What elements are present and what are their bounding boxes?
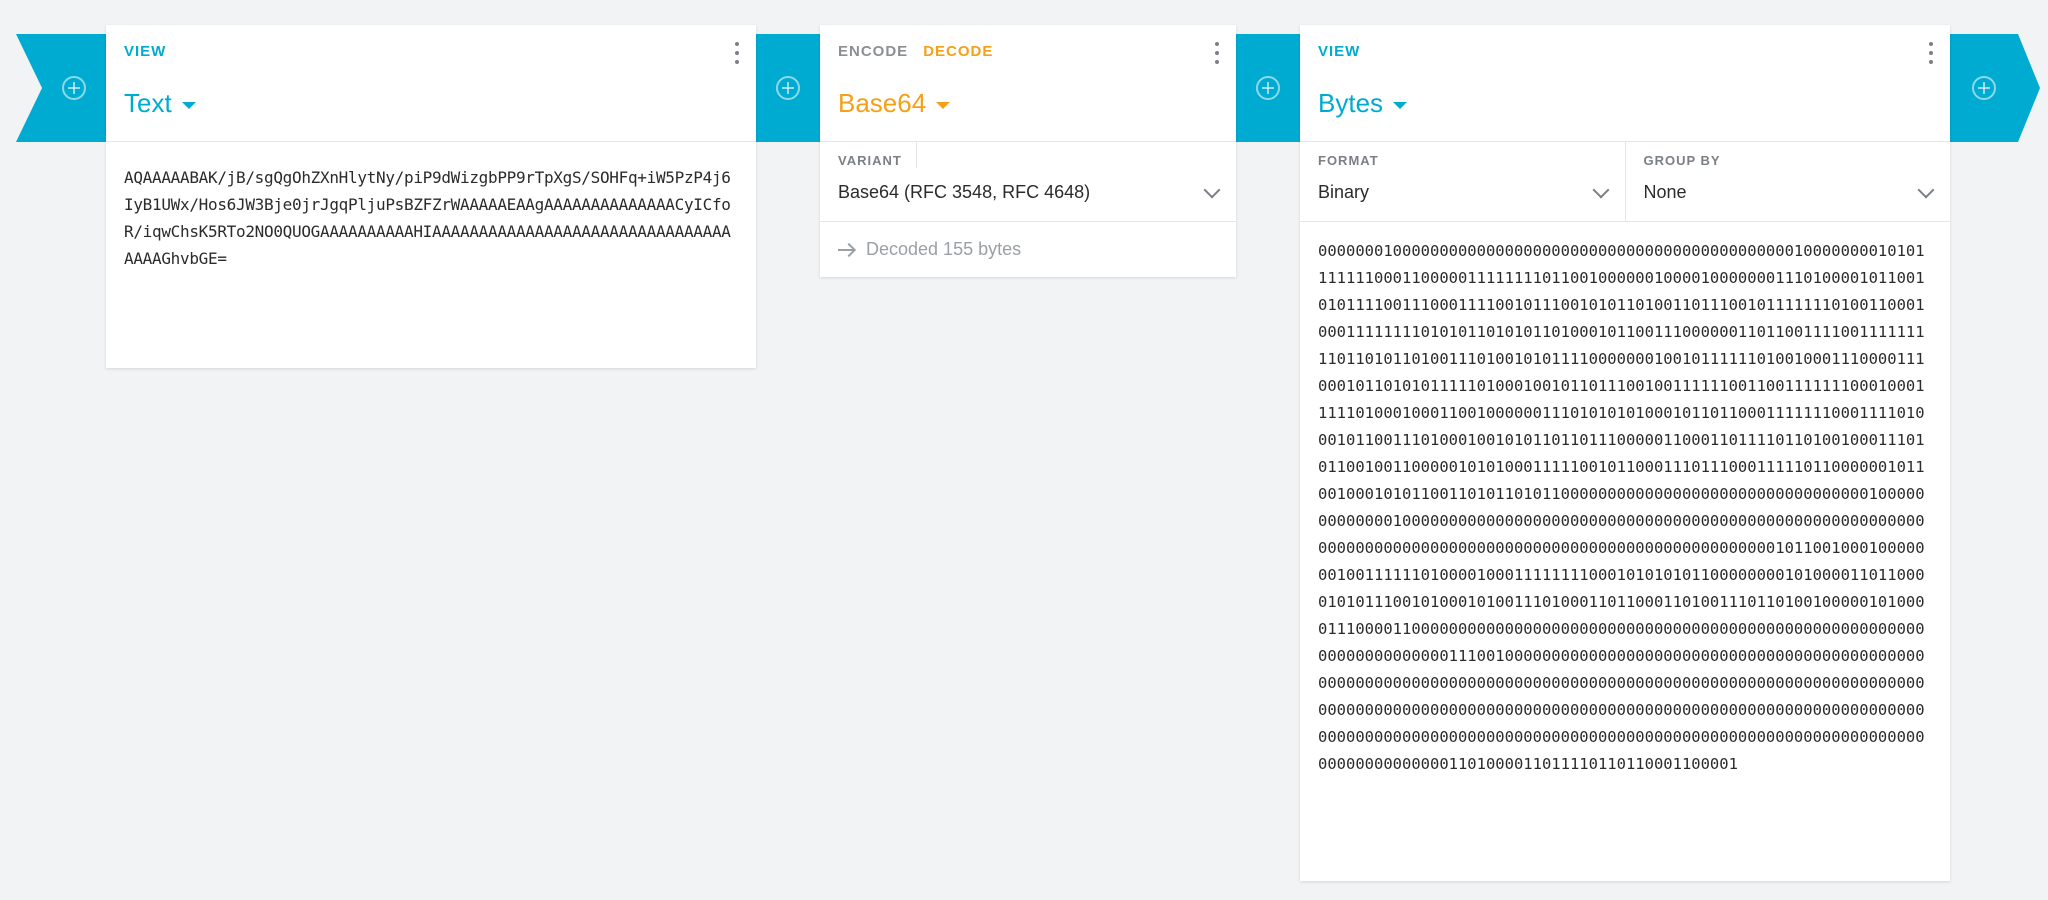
add-circle-icon	[62, 76, 86, 100]
card-tabs: VIEW	[124, 43, 166, 60]
card-header: VIEW Text	[106, 25, 756, 142]
card-header: VIEW Bytes	[1300, 25, 1950, 142]
arrow-right-icon	[838, 243, 856, 257]
codec-dropdown[interactable]: Base64	[838, 88, 951, 119]
status-text: Decoded 155 bytes	[866, 239, 1022, 259]
text-view-card: VIEW Text AQAAAAABAK/jB/sgQgOhZXnHlytNy/…	[106, 25, 756, 368]
caret-down-icon	[181, 102, 196, 109]
tab-encode[interactable]: ENCODE	[838, 43, 908, 60]
bytes-view-card: VIEW Bytes FORMAT Binary GROUP BY None 0…	[1300, 25, 1950, 881]
more-options-icon[interactable]	[1926, 42, 1936, 64]
variant-value: Base64 (RFC 3548, RFC 4648)	[838, 182, 1091, 202]
view-type-label: Text	[124, 88, 172, 118]
add-step-button-2[interactable]	[1236, 34, 1300, 142]
chevron-down-icon	[1592, 181, 1609, 199]
codec-label: Base64	[838, 88, 927, 118]
more-options-icon[interactable]	[1212, 42, 1222, 64]
more-options-icon[interactable]	[732, 42, 742, 64]
view-type-dropdown[interactable]: Text	[124, 88, 196, 119]
add-step-button-end[interactable]	[1950, 34, 2040, 142]
card-header: ENCODE DECODE Base64	[820, 25, 1236, 142]
bytes-content[interactable]: 0000000100000000000000000000000000000000…	[1300, 222, 1950, 778]
format-label: FORMAT	[1318, 153, 1379, 168]
variant-select[interactable]: VARIANT Base64 (RFC 3548, RFC 4648)	[820, 142, 1236, 221]
caret-down-icon	[936, 102, 951, 109]
base64-card: ENCODE DECODE Base64 VARIANT Base64 (RFC…	[820, 25, 1236, 277]
tab-view[interactable]: VIEW	[124, 43, 166, 60]
view-type-label: Bytes	[1318, 88, 1384, 118]
options-row: FORMAT Binary GROUP BY None	[1300, 142, 1950, 222]
add-circle-icon	[776, 76, 800, 100]
add-circle-icon	[1256, 76, 1280, 100]
card-tabs: VIEW	[1318, 43, 1360, 60]
group-by-select[interactable]: GROUP BY None	[1624, 142, 1951, 221]
add-step-button-start[interactable]	[16, 34, 106, 142]
format-select[interactable]: FORMAT Binary	[1300, 142, 1625, 221]
group-by-label: GROUP BY	[1643, 153, 1721, 168]
card-tabs: ENCODE DECODE	[838, 43, 993, 60]
variant-row: VARIANT Base64 (RFC 3548, RFC 4648)	[820, 142, 1236, 222]
tab-view[interactable]: VIEW	[1318, 43, 1360, 60]
tab-decode[interactable]: DECODE	[923, 43, 993, 60]
caret-down-icon	[1393, 102, 1408, 109]
field-divider	[916, 142, 917, 168]
add-step-button-1[interactable]	[756, 34, 820, 142]
group-by-value: None	[1643, 182, 1687, 202]
view-type-dropdown[interactable]: Bytes	[1318, 88, 1408, 119]
text-content[interactable]: AQAAAAABAK/jB/sgQgOhZXnHlytNy/piP9dWizgb…	[106, 142, 756, 272]
add-circle-icon	[1972, 76, 1996, 100]
chevron-down-icon	[1917, 181, 1935, 199]
format-value: Binary	[1318, 182, 1370, 202]
status-line: Decoded 155 bytes	[820, 222, 1236, 277]
variant-label: VARIANT	[838, 153, 902, 168]
chevron-down-icon	[1203, 181, 1221, 199]
